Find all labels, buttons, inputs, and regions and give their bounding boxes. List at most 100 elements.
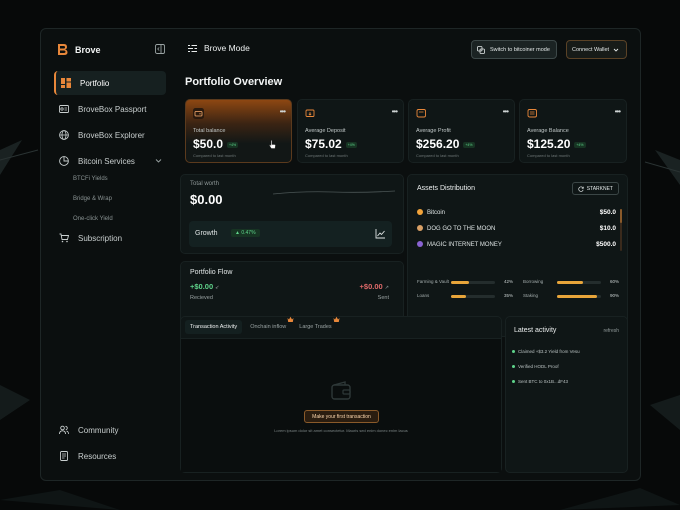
more-options-icon[interactable]: •••: [280, 107, 286, 116]
switch-icon: [477, 45, 485, 54]
latest-activity-card: Latest activity refresh Claimed +$3.2 Yi…: [505, 316, 628, 473]
tab-transaction-activity[interactable]: Transaction Activity: [185, 320, 243, 334]
sidebar-item-label: Bitcoin Services: [78, 156, 135, 166]
sidebar-subitem-one-click-yield[interactable]: One-click Yield: [73, 216, 113, 222]
premium-badge-icon: [287, 316, 294, 322]
network-selector[interactable]: STARKNET: [571, 182, 619, 195]
asset-row[interactable]: MAGIC INTERNET MONEY $500.0: [417, 241, 616, 251]
sidebar-item-label: Resources: [78, 451, 117, 461]
activity-text: Claimed +$3.2 Yield from Vesu: [518, 349, 580, 354]
sidebar-item-passport[interactable]: BroveBox Passport: [54, 97, 166, 121]
cursor-pointer-icon: [269, 140, 276, 149]
allocation-bar: Staking 90%: [523, 292, 619, 300]
activity-text: Verified HODL Proof: [518, 364, 559, 369]
pie-chart-icon: [59, 156, 69, 166]
total-worth-card: Total worth $0.00 Growth ▲ 0.47%: [180, 174, 404, 254]
sidebar-item-portfolio[interactable]: Portfolio: [54, 71, 166, 95]
flow-in-value: +$0.00 ↙: [190, 282, 219, 291]
sidebar-collapse-icon[interactable]: [155, 44, 165, 54]
app-window: Brove Portfolio BroveBox Passport BroveB…: [40, 28, 641, 481]
sidebar-item-label: Portfolio: [80, 78, 110, 88]
stat-value-row: $75.02 +4%: [305, 137, 357, 151]
more-options-icon[interactable]: •••: [503, 107, 509, 116]
sidebar-item-subscription[interactable]: Subscription: [54, 226, 166, 250]
asset-scrollbar[interactable]: [620, 209, 622, 251]
tab-label: Large Trades: [299, 324, 332, 330]
filter-list-icon: [188, 44, 197, 52]
stat-card-average-balance[interactable]: ••• Average Balance $125.20 +4% Compared …: [519, 99, 627, 163]
transaction-tabs: Transaction Activity Onchain inflow Larg…: [185, 316, 340, 334]
growth-change: 0.47%: [241, 230, 256, 236]
allocation-percent: 42%: [503, 279, 513, 284]
stat-label: Total balance: [193, 128, 226, 134]
flow-title: Portfolio Flow: [190, 269, 233, 276]
allocation-track: [557, 295, 601, 298]
asset-row[interactable]: DOG GO TO THE MOON $10.0: [417, 225, 616, 235]
sidebar-subitem-bridge-wrap[interactable]: Bridge & Wrap: [73, 196, 112, 202]
sidebar-item-explorer[interactable]: BroveBox Explorer: [54, 123, 166, 147]
total-worth-value: $0.00: [190, 192, 223, 207]
stat-change-badge: +4%: [463, 141, 475, 148]
document-icon: [60, 451, 68, 461]
stat-label: Average Balance: [527, 128, 569, 134]
activity-text: Sent BTC to 0x1B...dF43: [518, 379, 569, 384]
asset-value: $50.0: [599, 209, 616, 216]
sidebar-item-community[interactable]: Community: [54, 418, 166, 442]
allocation-track: [451, 281, 495, 284]
chevron-down-icon: [155, 159, 162, 163]
tab-label: Transaction Activity: [190, 324, 238, 330]
deposit-icon: [305, 109, 315, 117]
sidebar-item-label: Subscription: [78, 233, 123, 243]
allocation-track: [557, 281, 601, 284]
premium-badge-icon: [333, 316, 340, 322]
asset-row[interactable]: Bitcoin $50.0: [417, 209, 616, 219]
sidebar-item-bitcoin-services[interactable]: Bitcoin Services: [54, 149, 166, 173]
tab-onchain-inflow[interactable]: Onchain inflow: [245, 316, 294, 334]
status-dot: [512, 350, 515, 353]
stat-change-badge: +4%: [227, 141, 239, 148]
activity-item: Verified HODL Proof: [512, 364, 559, 369]
brand[interactable]: Brove: [57, 43, 101, 56]
chevron-down-icon: [613, 48, 619, 52]
allocation-fill: [557, 281, 584, 284]
first-transaction-button[interactable]: Make your first transaction: [304, 410, 379, 423]
first-transaction-label: Make your first transaction: [312, 413, 371, 420]
sidebar-item-label: Community: [78, 425, 119, 435]
transactions-empty-state: Make your first transaction Lorem ipsum …: [181, 338, 501, 472]
sidebar-item-resources[interactable]: Resources: [54, 444, 166, 468]
switch-mode-button[interactable]: Switch to bitcoiner mode: [471, 40, 557, 59]
growth-badge: ▲ 0.47%: [231, 229, 260, 237]
allocation-label: Borrowing: [523, 279, 544, 284]
flow-out-amount: +$0.00: [359, 282, 383, 291]
stat-value: $75.02: [305, 137, 342, 151]
allocation-percent: 60%: [609, 279, 619, 284]
allocation-percent: 90%: [609, 293, 619, 298]
stat-card-total-balance[interactable]: ••• Total balance $50.0 +4% Compared to l…: [185, 99, 292, 163]
assets-distribution-card: Assets Distribution STARKNET Bitcoin $50…: [407, 174, 628, 337]
refresh-link[interactable]: refresh: [603, 328, 619, 334]
allocation-percent: 35%: [503, 293, 513, 298]
scrollbar-thumb[interactable]: [620, 209, 622, 223]
sidebar-subitem-btcfi-yields[interactable]: BTCFi Yields: [73, 176, 108, 182]
tab-large-trades[interactable]: Large Trades: [294, 316, 340, 334]
asset-name: DOG GO TO THE MOON: [427, 226, 496, 232]
asset-name: MAGIC INTERNET MONEY: [427, 242, 502, 248]
flow-in-amount: +$0.00: [190, 282, 214, 291]
connect-wallet-label: Connect Wallet: [572, 46, 610, 53]
wallet-icon: [193, 108, 204, 119]
empty-wallet-icon: [331, 381, 351, 400]
connect-wallet-button[interactable]: Connect Wallet: [566, 40, 627, 59]
total-worth-label: Total worth: [190, 181, 220, 187]
more-options-icon[interactable]: •••: [615, 107, 621, 116]
globe-icon: [59, 130, 69, 140]
asset-value: $500.0: [596, 241, 616, 248]
stat-card-average-deposit[interactable]: ••• Average Deposit $75.02 +4% Compared t…: [297, 99, 404, 163]
stat-value-row: $50.0 +4%: [193, 137, 239, 151]
sidebar-item-label: BroveBox Passport: [78, 104, 147, 114]
empty-state-text: Lorem ipsum dolor sit amet consectetur. …: [274, 428, 408, 433]
more-options-icon[interactable]: •••: [392, 107, 398, 116]
switch-mode-label: Switch to bitcoiner mode: [490, 46, 550, 53]
cart-icon: [59, 233, 69, 243]
stat-card-average-profit[interactable]: ••• Average Profit $256.20 +4% Compared t…: [408, 99, 515, 163]
bitcoin-icon: [417, 209, 423, 215]
